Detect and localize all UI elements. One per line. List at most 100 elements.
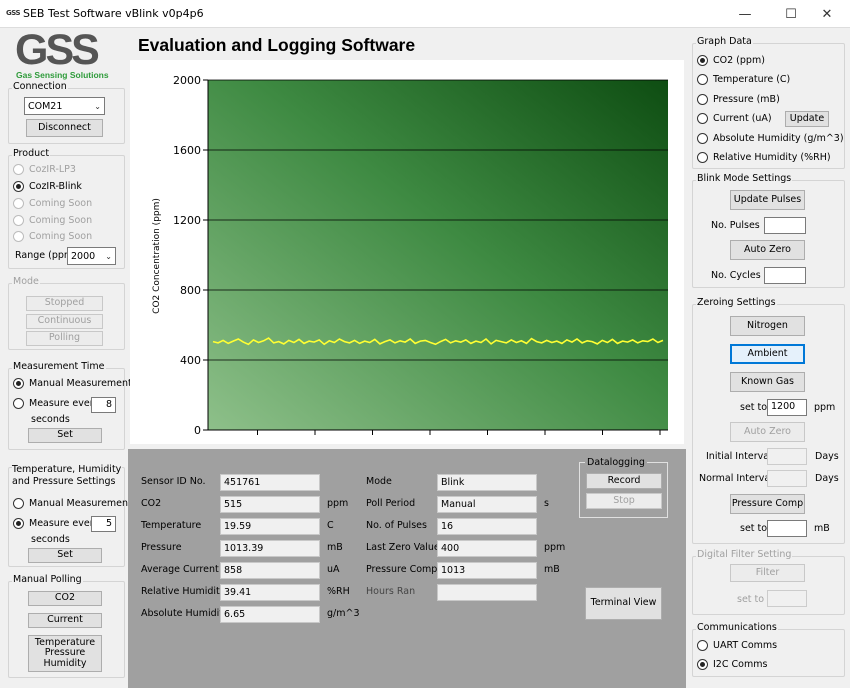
pressure-comp-mb-label: mB: [814, 523, 830, 534]
graph-option-pressure[interactable]: Pressure (mB): [697, 94, 780, 105]
close-button[interactable]: ✕: [804, 0, 850, 28]
plot-area: [208, 80, 668, 430]
initial-interval-label: Initial Interval: [706, 451, 772, 462]
digital-filter-title: Digital Filter Setting: [696, 549, 793, 560]
y-tick-label: 1600: [173, 144, 201, 157]
rel-humidity-unit: %RH: [327, 586, 350, 597]
temperature-value: 19.59: [220, 518, 320, 535]
graph-option-rel-humidity[interactable]: Relative Humidity (%RH): [697, 152, 831, 163]
thp-seconds-label: seconds: [31, 534, 70, 545]
disconnect-button[interactable]: Disconnect: [26, 119, 103, 137]
no-pulses-label: No. of Pulses: [366, 520, 427, 531]
filter-input[interactable]: [767, 590, 807, 607]
range-select[interactable]: 2000 ⌄: [67, 247, 116, 265]
poll-co2-button[interactable]: CO2: [28, 591, 102, 606]
mode-reading-label: Mode: [366, 476, 392, 487]
mode-reading-value: Blink: [437, 474, 537, 491]
measure-every-radio[interactable]: Measure every: [13, 398, 99, 409]
no-cycles-input[interactable]: [764, 267, 806, 284]
thp-measure-every-input[interactable]: 5: [91, 516, 116, 532]
normal-interval-input[interactable]: [767, 470, 807, 487]
sensor-id-value: 451761: [220, 474, 320, 491]
pressure-label: Pressure: [141, 542, 182, 553]
window-title: SEB Test Software vBlink v0p4p6: [23, 7, 204, 20]
filter-button[interactable]: Filter: [730, 564, 805, 582]
sensor-id-label: Sensor ID No.: [141, 476, 206, 487]
nitrogen-button[interactable]: Nitrogen: [730, 316, 805, 336]
product-option-soon-2[interactable]: Coming Soon: [13, 215, 92, 226]
product-option-lp3[interactable]: CozIR-LP3: [13, 164, 76, 175]
connection-title: Connection: [12, 81, 68, 92]
y-axis-label: CO2 Concentration (ppm): [152, 198, 162, 314]
product-option-blink[interactable]: CozIR-Blink: [13, 181, 82, 192]
measurement-set-button[interactable]: Set: [28, 428, 102, 443]
datalogging-title: Datalogging: [585, 457, 647, 468]
last-zero-unit: ppm: [544, 542, 566, 553]
record-button[interactable]: Record: [586, 473, 662, 489]
measure-every-input[interactable]: 8: [91, 397, 116, 413]
known-gas-button[interactable]: Known Gas: [730, 372, 805, 392]
no-pulses-input[interactable]: [764, 217, 806, 234]
i2c-comms-radio[interactable]: I2C Comms: [697, 659, 767, 670]
hours-ran-value: [437, 584, 537, 601]
known-gas-ppm-label: ppm: [814, 402, 836, 413]
abs-humidity-label: Absolute Humidity: [141, 608, 229, 619]
graph-data-title: Graph Data: [696, 36, 753, 47]
blink-mode-title: Blink Mode Settings: [696, 173, 793, 184]
avg-current-label: Average Current: [141, 564, 219, 575]
pressure-comp-label: Pressure Comp: [366, 564, 438, 575]
last-zero-label: Last Zero Value: [366, 542, 440, 553]
manual-measurement-radio[interactable]: Manual Measurement: [13, 378, 132, 389]
graph-option-abs-humidity[interactable]: Absolute Humidity (g/m^3): [697, 133, 844, 144]
temperature-label: Temperature: [141, 520, 202, 531]
graph-option-current[interactable]: Current (uA): [697, 113, 772, 124]
abs-humidity-unit: g/m^3: [327, 608, 360, 619]
hours-ran-label: Hours Ran: [366, 586, 416, 597]
initial-interval-input[interactable]: [767, 448, 807, 465]
datalogging-group: [579, 462, 668, 518]
terminal-view-button[interactable]: Terminal View: [585, 587, 662, 620]
poll-tph-button[interactable]: Temperature Pressure Humidity: [28, 635, 102, 672]
product-option-soon-1[interactable]: Coming Soon: [13, 198, 92, 209]
range-value: 2000: [71, 250, 96, 262]
initial-interval-days: Days: [815, 451, 839, 462]
pressure-comp-value: 1013: [437, 562, 537, 579]
no-cycles-label: No. Cycles: [711, 270, 761, 281]
pressure-comp-unit: mB: [544, 564, 560, 575]
graph-option-co2[interactable]: CO2 (ppm): [697, 55, 765, 66]
poll-period-label: Poll Period: [366, 498, 416, 509]
zeroing-auto-zero-button[interactable]: Auto Zero: [730, 422, 805, 442]
temperature-unit: C: [327, 520, 334, 531]
auto-zero-button[interactable]: Auto Zero: [730, 240, 805, 260]
thp-set-button[interactable]: Set: [28, 548, 102, 563]
poll-period-value: Manual: [437, 496, 537, 513]
known-gas-input[interactable]: 1200: [767, 399, 807, 416]
pressure-comp-button[interactable]: Pressure Comp: [730, 494, 805, 514]
pressure-value: 1013.39: [220, 540, 320, 557]
rel-humidity-value: 39.41: [220, 584, 320, 601]
stopped-button[interactable]: Stopped: [26, 296, 103, 311]
product-option-soon-3[interactable]: Coming Soon: [13, 231, 92, 242]
normal-interval-label: Normal Interval: [699, 473, 773, 484]
pressure-comp-set-to-label: set to: [740, 523, 768, 534]
port-select[interactable]: COM21 ⌄: [24, 97, 105, 115]
thp-manual-radio[interactable]: Manual Measurement: [13, 498, 132, 509]
graph-option-temperature[interactable]: Temperature (C): [697, 74, 790, 85]
update-pulses-button[interactable]: Update Pulses: [730, 190, 805, 210]
mode-title: Mode: [12, 276, 40, 287]
graph-update-button[interactable]: Update: [785, 111, 829, 127]
y-tick-label: 1200: [173, 214, 201, 227]
measurement-time-title: Measurement Time: [12, 361, 106, 372]
uart-comms-radio[interactable]: UART Comms: [697, 640, 777, 651]
poll-current-button[interactable]: Current: [28, 613, 102, 628]
minimize-button[interactable]: —: [722, 0, 768, 28]
chevron-down-icon: ⌄: [105, 251, 112, 261]
co2-chart: 0 400 800 1200 1600 2000 CO2 Concentration (p…: [130, 60, 684, 444]
thp-measure-every-radio[interactable]: Measure every: [13, 518, 99, 529]
polling-button[interactable]: Polling: [26, 331, 103, 346]
stop-button[interactable]: Stop: [586, 493, 662, 509]
pressure-comp-input[interactable]: [767, 520, 807, 537]
ambient-button[interactable]: Ambient: [730, 344, 805, 364]
continuous-button[interactable]: Continuous: [26, 314, 103, 329]
page-title: Evaluation and Logging Software: [138, 35, 416, 55]
